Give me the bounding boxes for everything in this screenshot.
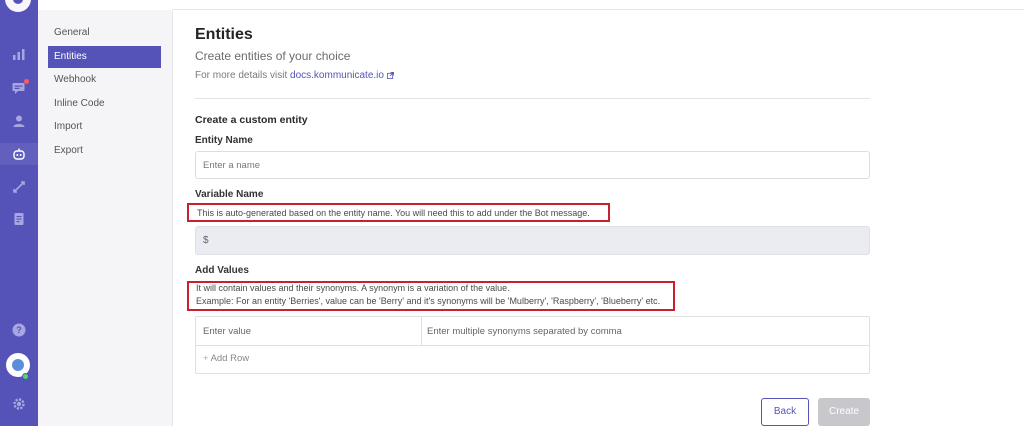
add-row-label: Add Row bbox=[210, 353, 250, 364]
page-title: Entities bbox=[195, 26, 253, 43]
section-divider bbox=[195, 98, 870, 99]
create-button[interactable]: Create bbox=[818, 398, 870, 426]
docs-note-prefix: For more details visit bbox=[195, 70, 291, 81]
integrations-icon[interactable] bbox=[0, 176, 38, 198]
value-input[interactable]: Enter value bbox=[196, 317, 422, 346]
subnav-item-entities[interactable]: Entities bbox=[48, 45, 161, 68]
bot-settings-sidebar: General Entities Webhook Inline Code Imp… bbox=[38, 10, 173, 426]
online-status-dot bbox=[22, 373, 29, 380]
docs-note: For more details visit docs.kommunicate.… bbox=[195, 70, 394, 81]
help-icon[interactable]: ? bbox=[0, 319, 38, 341]
subnav-item-import[interactable]: Import bbox=[48, 116, 161, 138]
section-title: Create a custom entity bbox=[195, 114, 308, 126]
reports-icon[interactable] bbox=[0, 208, 38, 230]
subnav-item-webhook[interactable]: Webhook bbox=[48, 69, 161, 91]
variable-name-label: Variable Name bbox=[195, 189, 264, 200]
settings-icon[interactable] bbox=[0, 393, 38, 415]
logo-icon[interactable] bbox=[5, 0, 31, 12]
page-subtitle: Create entities of your choice bbox=[195, 49, 351, 63]
subnav-item-inline-code[interactable]: Inline Code bbox=[48, 93, 161, 115]
add-row-button[interactable]: + Add Row bbox=[203, 353, 249, 364]
highlight-box bbox=[187, 281, 675, 311]
subnav-item-general[interactable]: General bbox=[48, 22, 161, 44]
top-divider bbox=[173, 9, 1024, 10]
highlight-box bbox=[187, 203, 610, 222]
variable-name-field: $ bbox=[195, 226, 870, 255]
back-button[interactable]: Back bbox=[761, 398, 809, 426]
users-icon[interactable] bbox=[0, 110, 38, 132]
entity-name-input[interactable] bbox=[195, 151, 870, 179]
table-row: Enter value Enter multiple synonyms sepa… bbox=[196, 317, 869, 346]
values-table: Enter value Enter multiple synonyms sepa… bbox=[195, 316, 870, 374]
external-link-icon[interactable] bbox=[387, 72, 394, 79]
svg-text:?: ? bbox=[16, 325, 22, 335]
icon-rail: ? bbox=[0, 0, 38, 426]
entity-name-label: Entity Name bbox=[195, 135, 253, 146]
add-values-label: Add Values bbox=[195, 265, 249, 276]
synonyms-input[interactable]: Enter multiple synonyms separated by com… bbox=[422, 317, 869, 346]
variable-prefix: $ bbox=[203, 235, 209, 246]
bot-icon[interactable] bbox=[0, 143, 38, 165]
subnav-item-export[interactable]: Export bbox=[48, 140, 161, 162]
analytics-icon[interactable] bbox=[0, 43, 38, 65]
conversations-icon[interactable] bbox=[0, 77, 38, 99]
docs-link[interactable]: docs.kommunicate.io bbox=[290, 70, 384, 81]
notification-dot bbox=[24, 79, 29, 84]
plus-icon: + bbox=[203, 353, 209, 364]
